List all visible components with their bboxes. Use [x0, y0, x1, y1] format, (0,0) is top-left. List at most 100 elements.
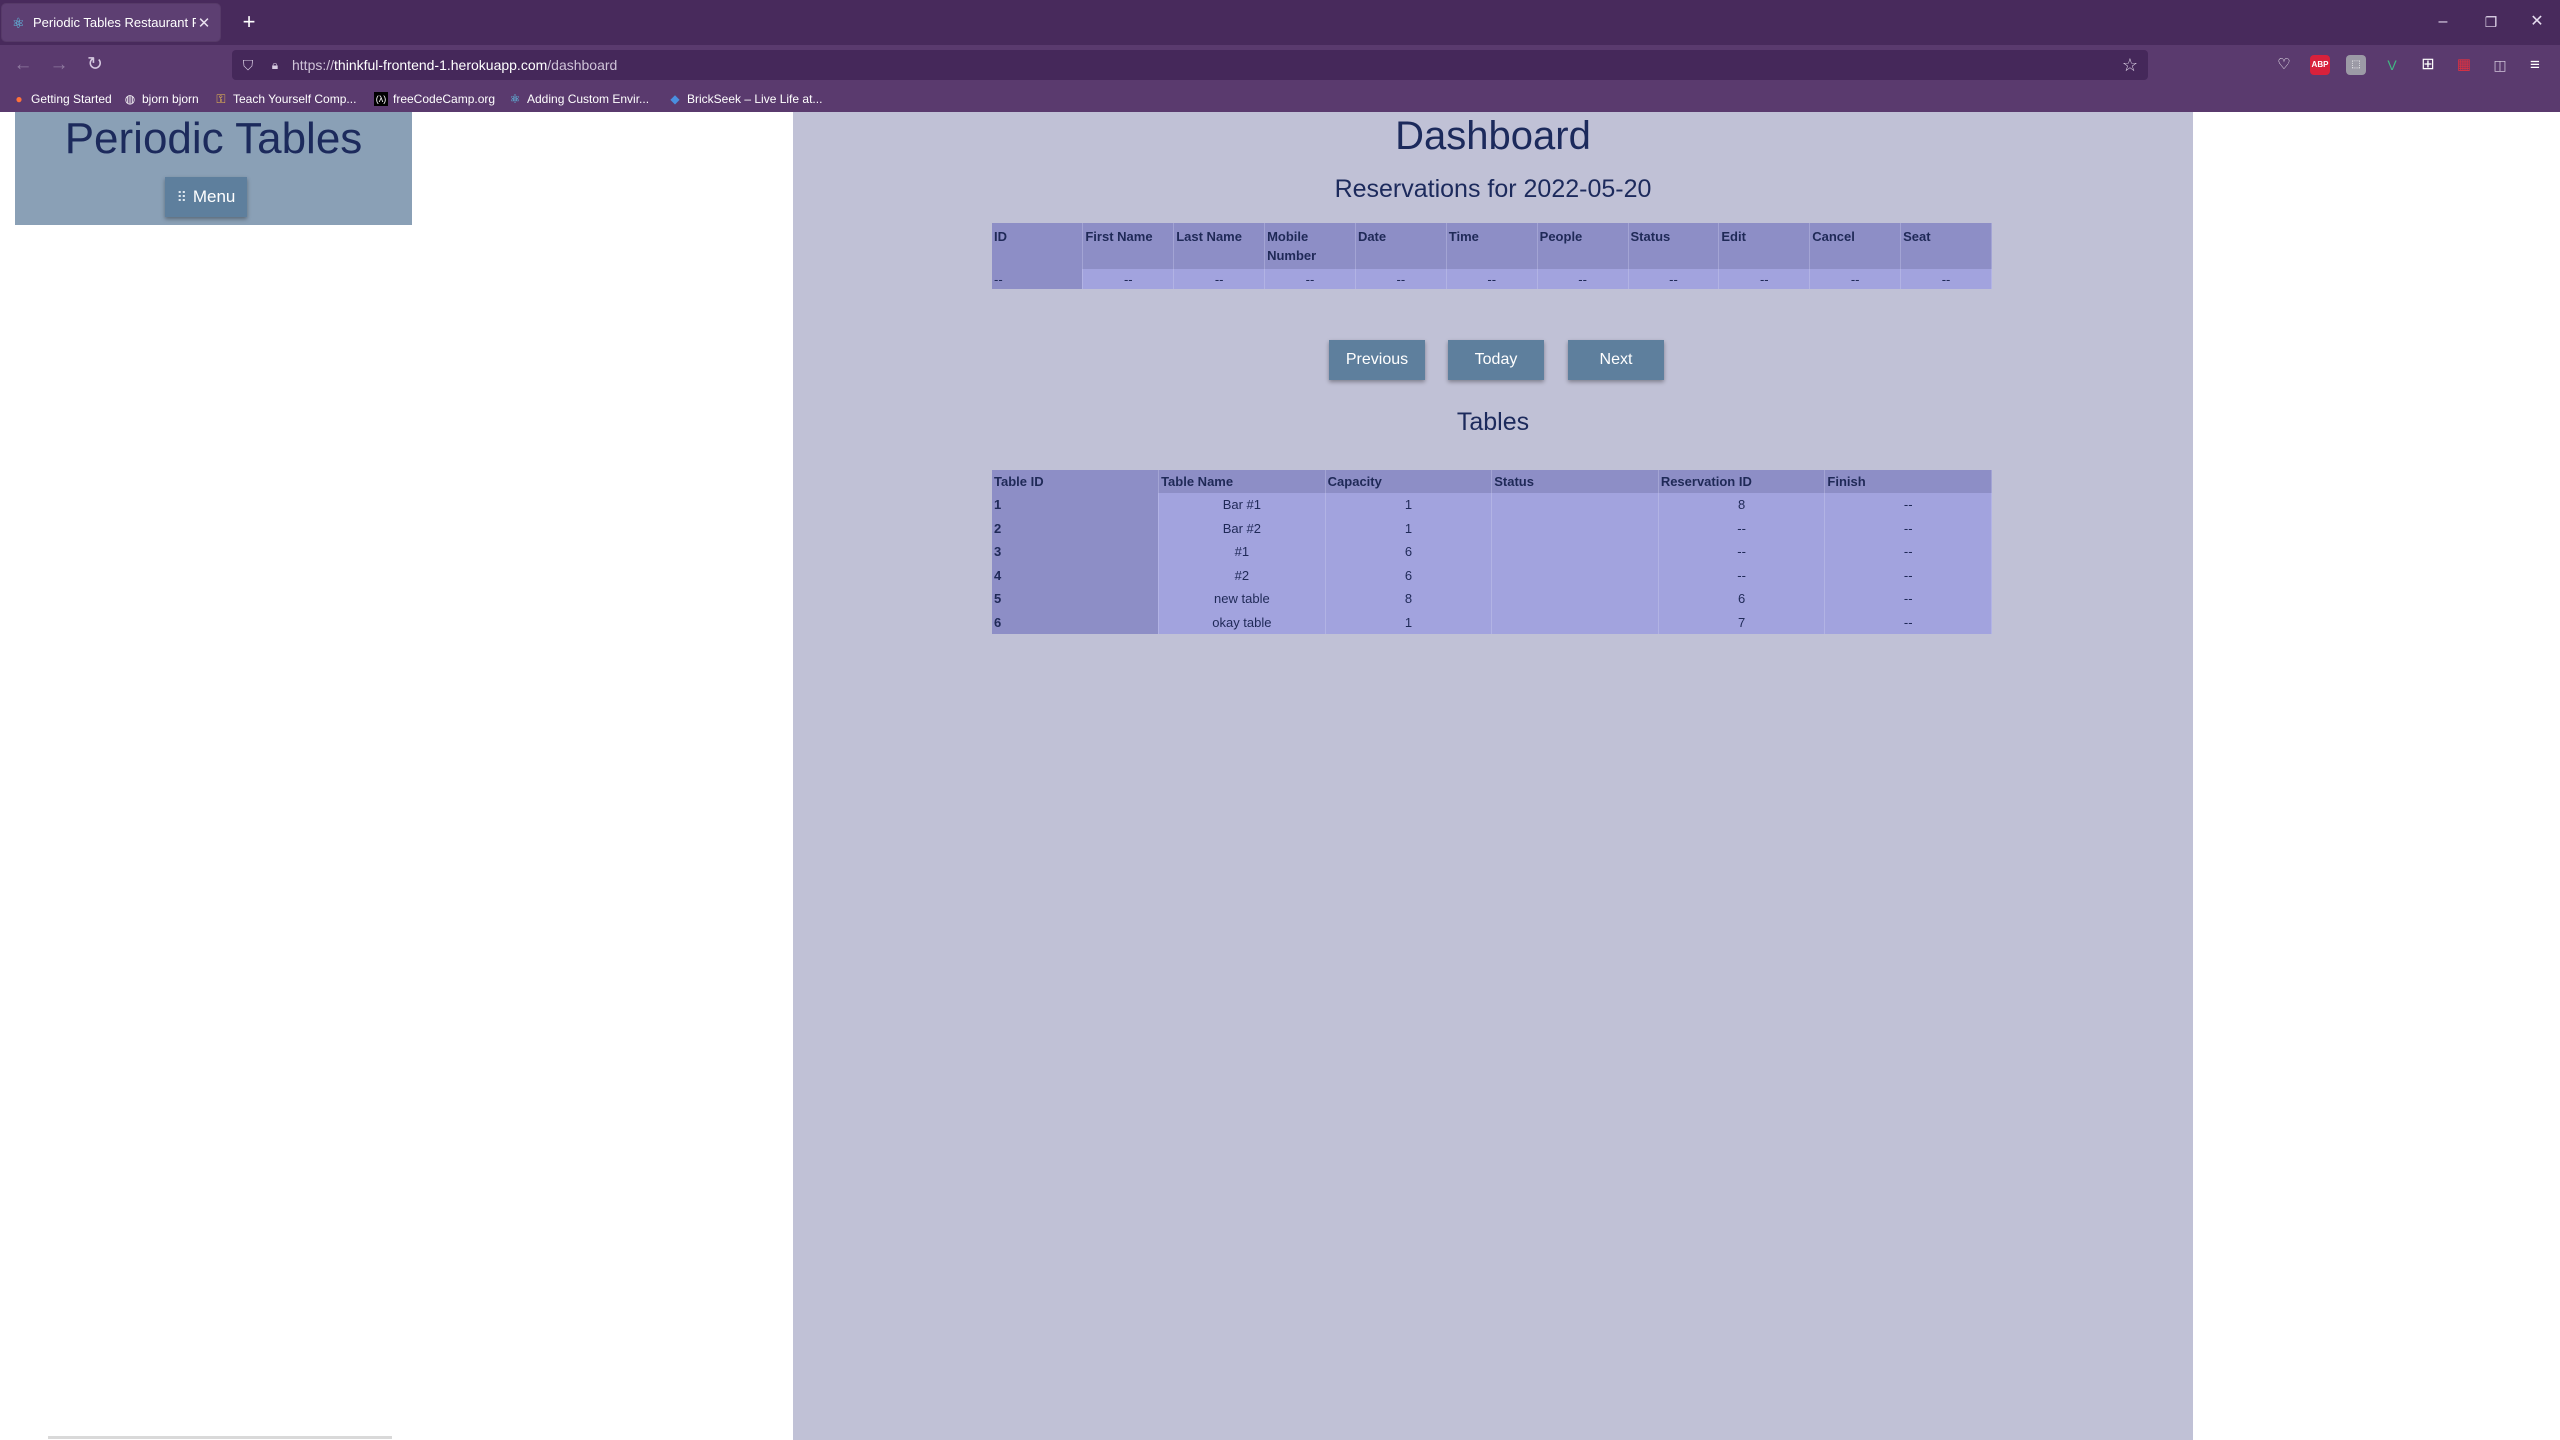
- minimize-icon[interactable]: –: [2428, 10, 2458, 34]
- url-text[interactable]: https://thinkful-frontend-1.herokuapp.co…: [292, 57, 617, 73]
- back-arrow-icon[interactable]: ←: [10, 53, 36, 77]
- table-cell: --: [1658, 516, 1826, 540]
- bookmark-item[interactable]: ● Getting Started: [12, 90, 111, 108]
- table-cell: --: [1824, 563, 1992, 587]
- table-cell: [1491, 563, 1659, 587]
- table-row: 2 Bar #2 1 -- --: [992, 516, 1992, 540]
- key-icon: ⚿: [216, 92, 226, 106]
- column-header: Status: [1628, 223, 1720, 269]
- table-cell: 8: [1325, 587, 1493, 611]
- browser-nav-bar: ← → ↻ ⛉ 🔒︎ https://thinkful-frontend-1.h…: [0, 45, 2560, 85]
- gift-icon[interactable]: ▦: [2454, 55, 2474, 75]
- bookmark-star-icon[interactable]: ☆: [2120, 54, 2140, 76]
- column-header: Cancel: [1809, 223, 1902, 269]
- table-cell: 4: [992, 563, 1160, 587]
- table-cell: 7: [1658, 610, 1826, 634]
- bookmark-item[interactable]: (λ) freeCodeCamp.org: [374, 90, 495, 108]
- browser-tab[interactable]: ⚛ Periodic Tables Restaurant Rese ✕: [2, 4, 220, 41]
- sidebar: Periodic Tables ⠿ Menu: [15, 112, 412, 225]
- firefox-icon: ●: [15, 92, 23, 106]
- table-cell: 2: [992, 516, 1160, 540]
- table-cell: 6: [1325, 540, 1493, 564]
- table-cell: 1: [1325, 516, 1493, 540]
- table-cell: new table: [1158, 587, 1326, 611]
- bookmark-item[interactable]: ⚿ Teach Yourself Comp...: [214, 90, 356, 108]
- table-cell: 3: [992, 540, 1160, 564]
- table-cell: 6: [1658, 587, 1826, 611]
- table-cell: 1: [1325, 610, 1493, 634]
- freecodecamp-icon: (λ): [374, 92, 388, 106]
- bookmark-item[interactable]: ◆ BrickSeek – Live Life at...: [668, 90, 822, 108]
- table-cell: Bar #1: [1158, 493, 1326, 517]
- globe-icon: ◍: [124, 92, 136, 106]
- bookmarks-bar: ● Getting Started ◍ bjorn bjorn ⚿ Teach You…: [0, 85, 2560, 112]
- table-cell: [1491, 587, 1659, 611]
- table-cell: #2: [1158, 563, 1326, 587]
- table-cell: --: [1658, 540, 1826, 564]
- hamburger-menu-icon[interactable]: ≡: [2525, 55, 2545, 75]
- reload-icon[interactable]: ↻: [82, 53, 108, 77]
- table-cell: --: [1628, 269, 1720, 289]
- column-header: Time: [1446, 223, 1538, 269]
- close-tab-icon[interactable]: ✕: [196, 14, 212, 32]
- tab-manager-icon[interactable]: ⊞: [2418, 55, 2438, 75]
- table-cell: --: [1824, 610, 1992, 634]
- table-cell: [1491, 493, 1659, 517]
- table-cell: --: [1173, 269, 1266, 289]
- tab-title: Periodic Tables Restaurant Rese: [33, 15, 196, 30]
- column-header: People: [1537, 223, 1629, 269]
- reservations-table: ID First Name Last Name Mobile Number Date Ti…: [992, 223, 1992, 289]
- brickseek-icon: ◆: [670, 92, 680, 106]
- bookmark-item[interactable]: ⚛ Adding Custom Envir...: [508, 90, 649, 108]
- new-tab-button[interactable]: +: [236, 9, 262, 35]
- browser-tab-bar: ⚛ Periodic Tables Restaurant Rese ✕ + – …: [0, 0, 2560, 45]
- adblock-plus-icon[interactable]: ABP: [2310, 55, 2330, 75]
- column-header: First Name: [1082, 223, 1175, 269]
- table-cell: --: [1264, 269, 1356, 289]
- table-cell: --: [1824, 587, 1992, 611]
- table-cell: 5: [992, 587, 1160, 611]
- table-cell: --: [1900, 269, 1992, 289]
- previous-button[interactable]: Previous: [1329, 340, 1425, 380]
- table-row: 1 Bar #1 1 8 --: [992, 493, 1992, 517]
- brand-title[interactable]: Periodic Tables: [15, 114, 412, 164]
- lock-icon[interactable]: 🔒︎: [268, 56, 282, 74]
- table-cell: --: [1658, 563, 1826, 587]
- tables-heading: Tables: [1456, 408, 1530, 436]
- table-cell: 6: [1325, 563, 1493, 587]
- today-button[interactable]: Today: [1448, 340, 1544, 380]
- table-cell: --: [1824, 540, 1992, 564]
- reader-icon[interactable]: ◫: [2490, 55, 2510, 75]
- bookmark-item[interactable]: ◍ bjorn bjorn: [123, 90, 199, 108]
- shield-icon[interactable]: ⛉: [240, 56, 256, 74]
- column-header: Finish: [1824, 470, 1992, 493]
- table-cell: --: [1082, 269, 1175, 289]
- table-row: 3 #1 6 -- --: [992, 540, 1992, 564]
- grid-icon: ⠿: [176, 188, 187, 205]
- close-window-icon[interactable]: ✕: [2522, 10, 2552, 34]
- menu-button[interactable]: ⠿ Menu: [165, 177, 247, 217]
- column-header: Reservation ID: [1658, 470, 1826, 493]
- table-cell: #1: [1158, 540, 1326, 564]
- column-header: Seat: [1900, 223, 1992, 269]
- table-row: 6 okay table 1 7 --: [992, 610, 1992, 634]
- table-cell: --: [1824, 516, 1992, 540]
- table-cell: --: [1355, 269, 1447, 289]
- column-header: Table Name: [1158, 470, 1326, 493]
- table-cell: [1491, 540, 1659, 564]
- forward-arrow-icon[interactable]: →: [46, 53, 72, 77]
- table-row: -- -- -- -- -- -- -- -- -- -- --: [992, 269, 1992, 289]
- page-title: Dashboard: [1395, 114, 1591, 158]
- table-cell: 1: [992, 493, 1160, 517]
- address-bar[interactable]: ⛉ 🔒︎ https://thinkful-frontend-1.herokua…: [232, 50, 2148, 80]
- restore-icon[interactable]: ❐: [2476, 10, 2506, 34]
- extension-icon[interactable]: ⬚: [2346, 55, 2366, 75]
- vue-devtools-icon[interactable]: V: [2382, 55, 2402, 75]
- horizontal-scrollbar[interactable]: [48, 1436, 392, 1439]
- pocket-icon[interactable]: ♡: [2274, 55, 2294, 75]
- table-cell: --: [1824, 493, 1992, 517]
- next-button[interactable]: Next: [1568, 340, 1664, 380]
- table-cell: Bar #2: [1158, 516, 1326, 540]
- column-header: Last Name: [1173, 223, 1266, 269]
- column-header: ID: [992, 223, 1084, 269]
